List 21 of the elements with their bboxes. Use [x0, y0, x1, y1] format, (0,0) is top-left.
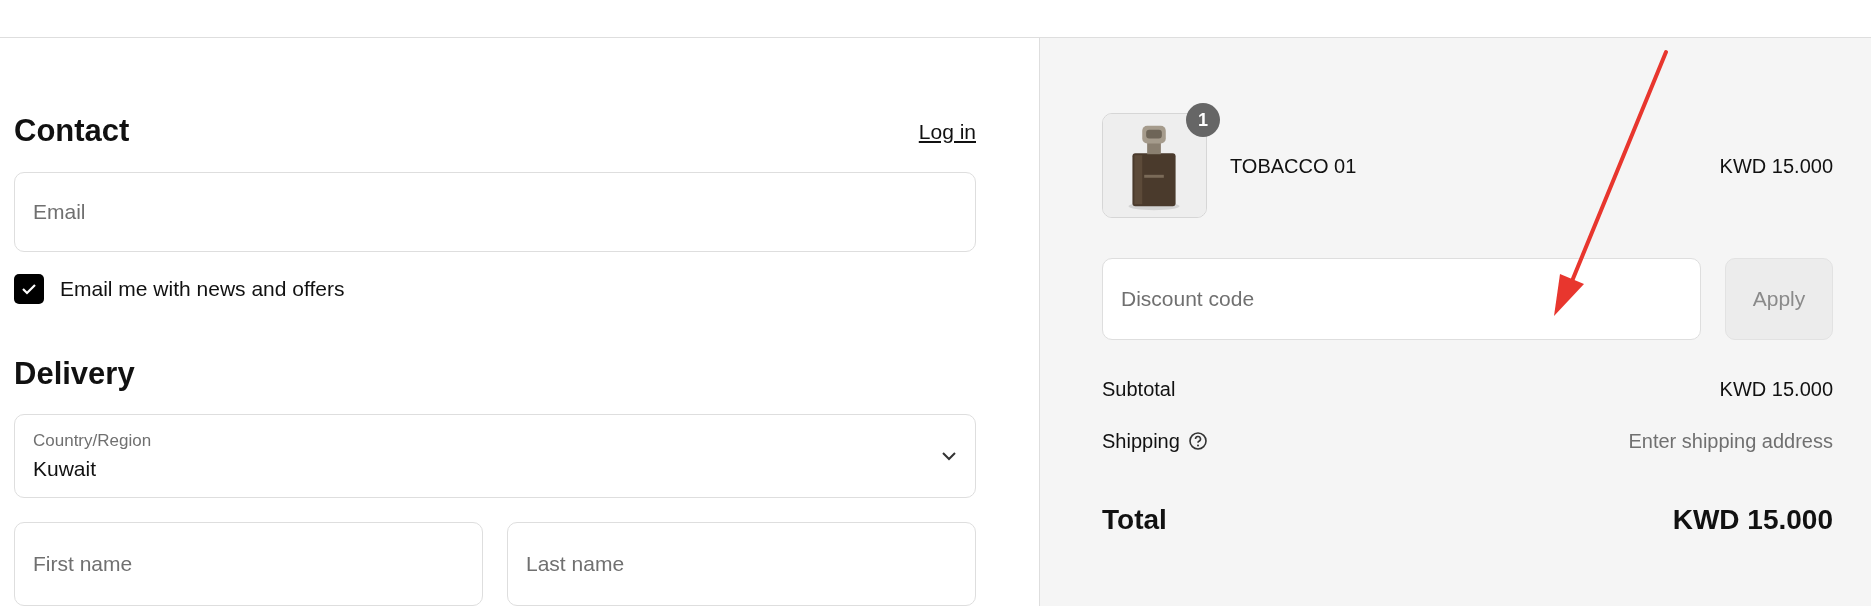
total-label: Total — [1102, 503, 1167, 537]
first-name-field[interactable]: First name — [14, 522, 483, 606]
subtotal-value: KWD 15.000 — [1719, 377, 1833, 402]
shipping-value: Enter shipping address — [1628, 429, 1833, 454]
product-name: TOBACCO 01 — [1230, 153, 1358, 179]
section-heading: Contact — [14, 112, 130, 150]
product-price: KWD 15.000 — [1719, 153, 1833, 179]
checkbox-label: Email me with news and offers — [60, 276, 345, 303]
email-field[interactable]: Email — [14, 171, 976, 253]
login-link[interactable]: Log in — [918, 115, 976, 147]
total-value: KWD 15.000 — [1672, 503, 1833, 537]
last-name-field[interactable]: Last name — [507, 522, 976, 606]
quantity-badge: 1 — [1186, 103, 1220, 137]
chevron-down-icon — [941, 451, 957, 462]
section-heading: Delivery — [14, 354, 136, 393]
country-select[interactable]: Country/Region Kuwait — [14, 414, 976, 498]
shipping-label: Shipping — [1102, 429, 1180, 454]
checkbox[interactable] — [14, 274, 44, 304]
checkmark-icon — [21, 283, 37, 295]
subtotal-label: Subtotal — [1102, 377, 1176, 402]
help-icon[interactable] — [1187, 431, 1208, 451]
